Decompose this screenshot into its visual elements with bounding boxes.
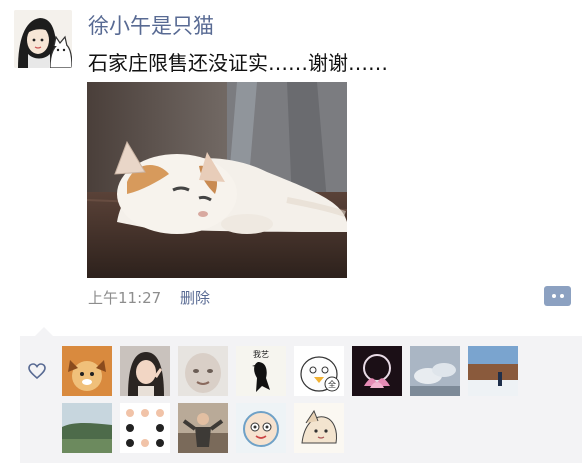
more-dots-icon: [551, 294, 556, 298]
delete-link[interactable]: 删除: [180, 287, 210, 308]
liker-avatar[interactable]: [410, 346, 460, 396]
baby-face-avatar: [178, 346, 228, 396]
post-photo[interactable]: [87, 82, 347, 278]
liker-avatar[interactable]: [178, 403, 228, 453]
liker-avatar[interactable]: [62, 403, 112, 453]
snow-street-avatar: [468, 346, 518, 396]
sky-clouds-avatar: [410, 346, 460, 396]
liker-avatar[interactable]: [468, 346, 518, 396]
liker-avatar[interactable]: 我艺: [236, 346, 286, 396]
liker-avatar[interactable]: [120, 346, 170, 396]
cartoon-grid-avatar: [120, 403, 170, 453]
heart-outline-icon: [28, 363, 46, 379]
liker-avatar[interactable]: 全: [294, 346, 344, 396]
svg-text:我艺: 我艺: [253, 349, 269, 359]
liker-avatar[interactable]: [352, 346, 402, 396]
cartoon-duck-avatar: 全: [294, 346, 344, 396]
man-photo-avatar: [178, 403, 228, 453]
avatar-illustration: [14, 10, 72, 68]
liker-avatar[interactable]: [294, 403, 344, 453]
more-actions-button[interactable]: [544, 286, 571, 306]
liker-avatar[interactable]: [120, 403, 170, 453]
girl-photo-avatar: [120, 346, 170, 396]
liker-avatar[interactable]: [236, 403, 286, 453]
svg-text:全: 全: [328, 379, 336, 389]
cartoon-fox-avatar: [62, 346, 112, 396]
author-avatar[interactable]: [14, 10, 72, 68]
post-text: 石家庄限售还没证实……谢谢……: [88, 51, 388, 75]
lotus-avatar: [352, 346, 402, 396]
post-timestamp: 上午11:27: [88, 289, 162, 307]
post-username[interactable]: 徐小午是只猫: [88, 10, 214, 40]
liker-avatar[interactable]: [62, 346, 112, 396]
liker-avatar[interactable]: [178, 346, 228, 396]
likes-panel: 我艺 全: [20, 327, 582, 463]
sketch-character-avatar: [294, 403, 344, 453]
crow-avatar: 我艺: [236, 346, 286, 396]
landscape-avatar: [62, 403, 112, 453]
cartoon-monk-avatar: [236, 403, 286, 453]
cat-photo-illustration: [87, 82, 347, 278]
